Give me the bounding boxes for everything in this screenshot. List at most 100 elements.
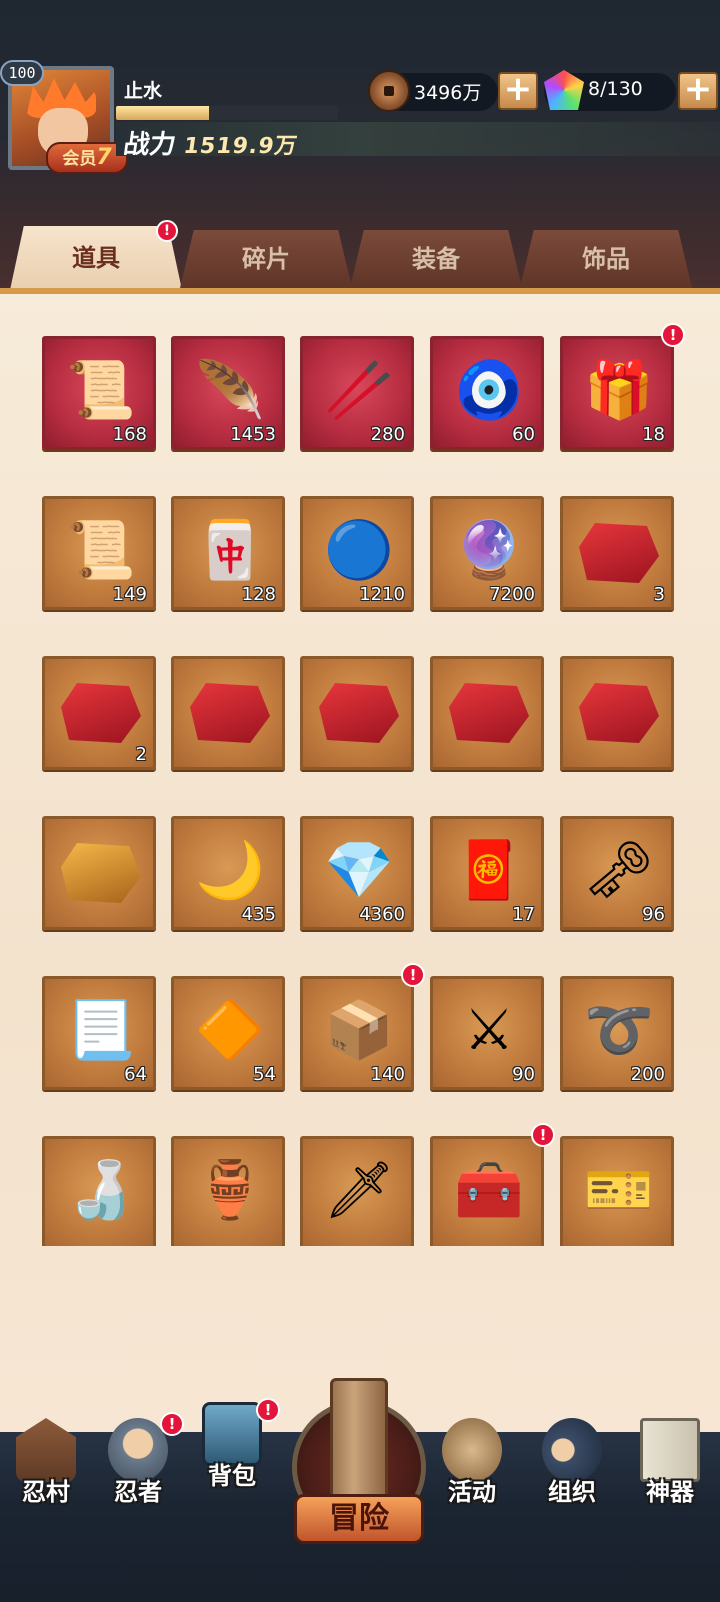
tab-equipment[interactable]: 装备 (350, 230, 522, 288)
inventory-item[interactable]: 🧰! (430, 1123, 555, 1246)
item-count: 54 (253, 1064, 276, 1085)
nav-artifact[interactable]: 神器 (630, 1418, 710, 1558)
inventory-item[interactable]: 📦 140! (300, 963, 425, 1090)
inventory-item[interactable]: 2 (42, 656, 156, 770)
inventory-item[interactable]: 🔵 1210 (300, 496, 414, 610)
gem-value: 8/130 (588, 78, 643, 100)
kunai-pouch-icon: 🗡 (323, 1158, 395, 1223)
inventory-item[interactable]: ➰ 200 (560, 976, 674, 1090)
red-target-stone-icon (449, 683, 529, 743)
item-count: 280 (370, 424, 405, 445)
item-alert-badge: ! (531, 1123, 555, 1147)
inventory-item[interactable] (300, 656, 414, 770)
nav-backpack-alert-badge: ! (256, 1398, 280, 1422)
item-count: 90 (512, 1064, 535, 1085)
inventory-item[interactable]: 🎁 18! (560, 323, 685, 450)
gift-box-icon: 🎁 (584, 358, 654, 423)
item-count: 149 (112, 584, 147, 605)
rope-lasso-icon: ➰ (584, 998, 654, 1063)
tab-accessories[interactable]: 饰品 (520, 230, 692, 288)
inventory-item[interactable]: 🧧 17 (430, 816, 544, 930)
purple-crystal-shard-icon: 💎 (324, 838, 394, 903)
exp-bar (116, 106, 338, 120)
tab-fragments[interactable]: 碎片 (180, 230, 352, 288)
nav-ninja[interactable]: 忍者 ! (98, 1412, 184, 1558)
item-alert-badge: ! (661, 323, 685, 347)
inventory-item[interactable]: 🗝 96 (560, 816, 674, 930)
red-feather-icon: 🪶 (195, 358, 265, 423)
red-fist-stone-icon (579, 523, 659, 583)
nav-backpack-label: 背包 (208, 1462, 256, 1490)
open-scroll-icon: 📜 (66, 518, 136, 583)
inventory-tabs: 道具 碎片 装备 饰品 (0, 226, 720, 290)
nav-adventure-label: 冒险 (294, 1494, 424, 1544)
gourd-icon: 🍶 (66, 1158, 136, 1223)
amber-hammer-gem-icon: 🔶 (195, 998, 265, 1063)
inventory-item[interactable]: 📃 64 (42, 976, 156, 1090)
nav-artifact-label: 神器 (646, 1478, 694, 1506)
nav-organization[interactable]: 组织 (532, 1418, 612, 1558)
item-count: 140 (370, 1064, 405, 1085)
inventory-item[interactable]: 🪶 1453 (171, 336, 285, 450)
item-count: 1453 (230, 424, 276, 445)
inventory-item[interactable]: 🗡 (300, 1136, 414, 1246)
fortune-banner-icon: 🧧 (454, 838, 524, 903)
item-count: 128 (241, 584, 276, 605)
item-alert-badge: ! (401, 963, 425, 987)
inventory-item[interactable] (430, 656, 544, 770)
inventory-item[interactable]: 📜 149 (42, 496, 156, 610)
item-count: 17 (512, 904, 535, 925)
item-count: 60 (512, 424, 535, 445)
inventory-item[interactable]: 3 (560, 496, 674, 610)
inventory-item[interactable] (560, 656, 674, 770)
inventory-item[interactable]: 💎 4360 (300, 816, 414, 930)
exp-bar-fill (116, 106, 210, 120)
red-hand-stone-icon (190, 683, 270, 743)
inventory-item[interactable]: 🎫 (560, 1136, 674, 1246)
item-count: 1210 (359, 584, 405, 605)
vip-level: 7 (96, 145, 112, 170)
inventory-item[interactable] (171, 656, 285, 770)
inventory-item[interactable]: 🏺 (171, 1136, 285, 1246)
player-name: 止水 (124, 80, 163, 102)
power-label: 战力 (121, 130, 178, 160)
scroll-bundle-icon: 📜 (66, 358, 136, 423)
vip-label: 会员 (62, 149, 97, 169)
add-gems-button[interactable]: + (678, 72, 718, 110)
inventory-item[interactable]: 🀄 128 (171, 496, 285, 610)
inventory-item[interactable]: ⚔ 90 (430, 976, 544, 1090)
red-burst-stone-icon (319, 683, 399, 743)
inventory-item[interactable]: 🍶 (42, 1136, 156, 1246)
player-level-badge: 100 (0, 60, 44, 86)
purple-seal-card-icon: 🀄 (195, 518, 265, 583)
item-count: 435 (241, 904, 276, 925)
coin-value: 3496万 (414, 82, 482, 104)
nav-adventure[interactable]: 冒险 (292, 1378, 426, 1568)
inventory-item[interactable]: 📜 168 (42, 336, 156, 450)
steel-claw-weapon-icon: ⚔ (463, 998, 515, 1063)
nav-village-label: 忍村 (22, 1478, 70, 1506)
nav-activity[interactable]: 活动 (432, 1418, 512, 1558)
inventory-item[interactable] (42, 816, 156, 930)
wooden-stick-icon: 🥢 (324, 358, 394, 423)
power-value: 1519.9万 (181, 134, 300, 159)
inventory-item[interactable]: 🥢 280 (300, 336, 414, 450)
item-count: 168 (112, 424, 147, 445)
nav-backpack[interactable]: 背包 ! (192, 1398, 280, 1542)
gold-swirl-stone-icon (61, 843, 141, 903)
inventory-item[interactable]: 🔮 7200 (430, 496, 544, 610)
add-coins-button[interactable]: + (498, 72, 538, 110)
nav-organization-label: 组织 (548, 1478, 596, 1506)
purple-treasure-box-icon: 🧰 (454, 1158, 524, 1223)
item-count: 2 (135, 744, 147, 765)
sake-jar-icon: 🏺 (195, 1158, 265, 1223)
inventory-item[interactable]: 🔶 54 (171, 976, 285, 1090)
nav-activity-label: 活动 (448, 1478, 496, 1506)
inventory-grid: 📜 168 🪶 1453 🥢 280 🧿 60 🎁 18! 📜 149 🀄 128 🔵 1210 🔮 7200 3 2… (0, 320, 720, 1246)
inventory-item[interactable]: 🧿 60 (430, 336, 544, 450)
item-count: 7200 (489, 584, 535, 605)
green-jade-pendant-icon: 🧿 (454, 358, 524, 423)
inventory-item[interactable]: 🌙 435 (171, 816, 285, 930)
red-eye-stone-icon (579, 683, 659, 743)
nav-village[interactable]: 忍村 (6, 1418, 86, 1558)
